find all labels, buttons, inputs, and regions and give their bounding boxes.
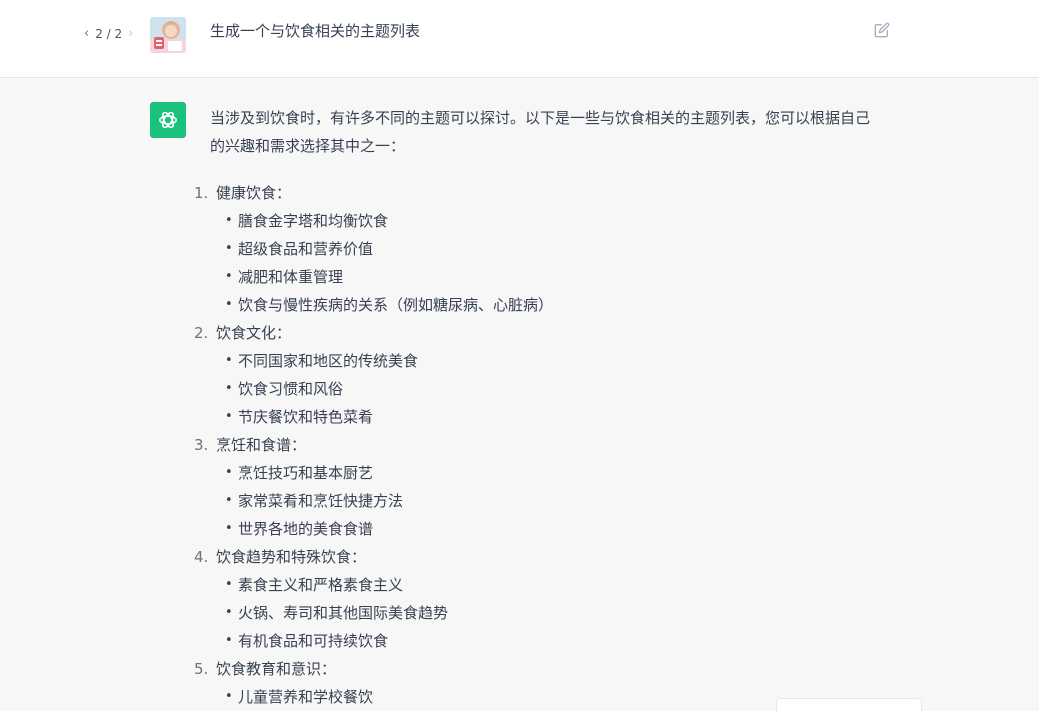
topic-title: 饮食教育和意识： bbox=[216, 660, 337, 678]
topic-item: 2. 饮食文化： bbox=[194, 319, 870, 347]
bullet-icon: • bbox=[225, 409, 233, 424]
floating-action-box[interactable] bbox=[776, 698, 922, 711]
user-avatar bbox=[150, 17, 186, 53]
topic-subitem: • 超级食品和营养价值 bbox=[210, 235, 870, 263]
assistant-answer: 当涉及到饮食时，有许多不同的主题可以探讨。以下是一些与饮食相关的主题列表，您可以… bbox=[194, 104, 871, 711]
assistant-avatar bbox=[150, 102, 186, 138]
previous-response-button[interactable]: ‹ bbox=[80, 26, 93, 41]
user-prompt-text: 生成一个与饮食相关的主题列表 bbox=[210, 22, 421, 40]
topic-item: 3. 烹饪和食谱： bbox=[194, 431, 870, 459]
topic-title: 健康饮食： bbox=[216, 184, 292, 202]
bullet-icon: • bbox=[225, 605, 233, 620]
topic-subitem: • 烹饪技巧和基本厨艺 bbox=[210, 459, 870, 487]
topic-subitem: • 减肥和体重管理 bbox=[210, 263, 870, 291]
topic-number: 1. bbox=[194, 184, 209, 202]
subitem-text: 世界各地的美食食谱 bbox=[238, 520, 374, 538]
topic-subitem: • 有机食品和可持续饮食 bbox=[210, 627, 870, 655]
openai-logo-icon bbox=[159, 111, 177, 129]
topic-subitem: • 儿童营养和学校餐饮 bbox=[210, 683, 870, 711]
bullet-icon: • bbox=[225, 297, 233, 312]
subitem-text: 饮食习惯和风俗 bbox=[238, 380, 344, 398]
subitem-text: 儿童营养和学校餐饮 bbox=[238, 688, 374, 706]
bullet-icon: • bbox=[225, 213, 233, 228]
topic-title: 饮食文化： bbox=[216, 324, 292, 342]
bullet-icon: • bbox=[225, 269, 233, 284]
bullet-icon: • bbox=[225, 381, 233, 396]
subitem-text: 减肥和体重管理 bbox=[238, 268, 344, 286]
topic-subitem: • 饮食习惯和风俗 bbox=[210, 375, 870, 403]
topic-subitem: • 世界各地的美食食谱 bbox=[210, 515, 870, 543]
subitem-text: 家常菜肴和烹饪快捷方法 bbox=[238, 492, 404, 510]
topic-title: 饮食趋势和特殊饮食： bbox=[216, 548, 367, 566]
topic-item: 5. 饮食教育和意识： bbox=[194, 655, 870, 683]
bullet-icon: • bbox=[225, 493, 233, 508]
bullet-icon: • bbox=[225, 689, 233, 704]
topic-number: 4. bbox=[194, 548, 209, 566]
subitem-text: 超级食品和营养价值 bbox=[238, 240, 374, 258]
subitem-text: 有机食品和可持续饮食 bbox=[238, 632, 389, 650]
topic-subitem: • 家常菜肴和烹饪快捷方法 bbox=[210, 487, 870, 515]
next-response-button[interactable]: › bbox=[124, 26, 137, 41]
topic-subitem: • 火锅、寿司和其他国际美食趋势 bbox=[210, 599, 870, 627]
topic-subitem: • 不同国家和地区的传统美食 bbox=[210, 347, 870, 375]
subitem-text: 膳食金字塔和均衡饮食 bbox=[238, 212, 389, 230]
bullet-icon: • bbox=[225, 577, 233, 592]
subitem-text: 素食主义和严格素食主义 bbox=[238, 576, 404, 594]
response-pager: ‹ 2 / 2 › bbox=[80, 26, 137, 41]
assistant-message-row: 当涉及到饮食时，有许多不同的主题可以探讨。以下是一些与饮食相关的主题列表，您可以… bbox=[0, 78, 1039, 711]
topic-number: 5. bbox=[194, 660, 209, 678]
subitem-text: 饮食与慢性疾病的关系（例如糖尿病、心脏病） bbox=[238, 296, 554, 314]
topic-subitem: • 膳食金字塔和均衡饮食 bbox=[210, 207, 870, 235]
subitem-text: 烹饪技巧和基本厨艺 bbox=[238, 464, 374, 482]
topic-subitem: • 节庆餐饮和特色菜肴 bbox=[210, 403, 870, 431]
subitem-text: 火锅、寿司和其他国际美食趋势 bbox=[238, 604, 449, 622]
topic-item: 4. 饮食趋势和特殊饮食： bbox=[194, 543, 870, 571]
response-count: 2 / 2 bbox=[95, 26, 123, 41]
user-photo-avatar-icon bbox=[150, 17, 186, 53]
edit-icon[interactable] bbox=[874, 22, 890, 38]
bullet-icon: • bbox=[225, 353, 233, 368]
bullet-icon: • bbox=[225, 521, 233, 536]
answer-intro: 当涉及到饮食时，有许多不同的主题可以探讨。以下是一些与饮食相关的主题列表，您可以… bbox=[210, 109, 871, 155]
topic-item: 1. 健康饮食： bbox=[194, 179, 870, 207]
topic-number: 2. bbox=[194, 324, 209, 342]
topic-subitem: • 饮食与慢性疾病的关系（例如糖尿病、心脏病） bbox=[210, 291, 870, 319]
user-message-row: ‹ 2 / 2 › 生成一个与饮食相关的主题列表 bbox=[0, 0, 1039, 78]
bullet-icon: • bbox=[225, 633, 233, 648]
topic-title: 烹饪和食谱： bbox=[216, 436, 307, 454]
subitem-text: 节庆餐饮和特色菜肴 bbox=[238, 408, 374, 426]
bullet-icon: • bbox=[225, 465, 233, 480]
bullet-icon: • bbox=[225, 241, 233, 256]
subitem-text: 不同国家和地区的传统美食 bbox=[238, 352, 419, 370]
topic-subitem: • 素食主义和严格素食主义 bbox=[210, 571, 870, 599]
topic-number: 3. bbox=[194, 436, 209, 454]
